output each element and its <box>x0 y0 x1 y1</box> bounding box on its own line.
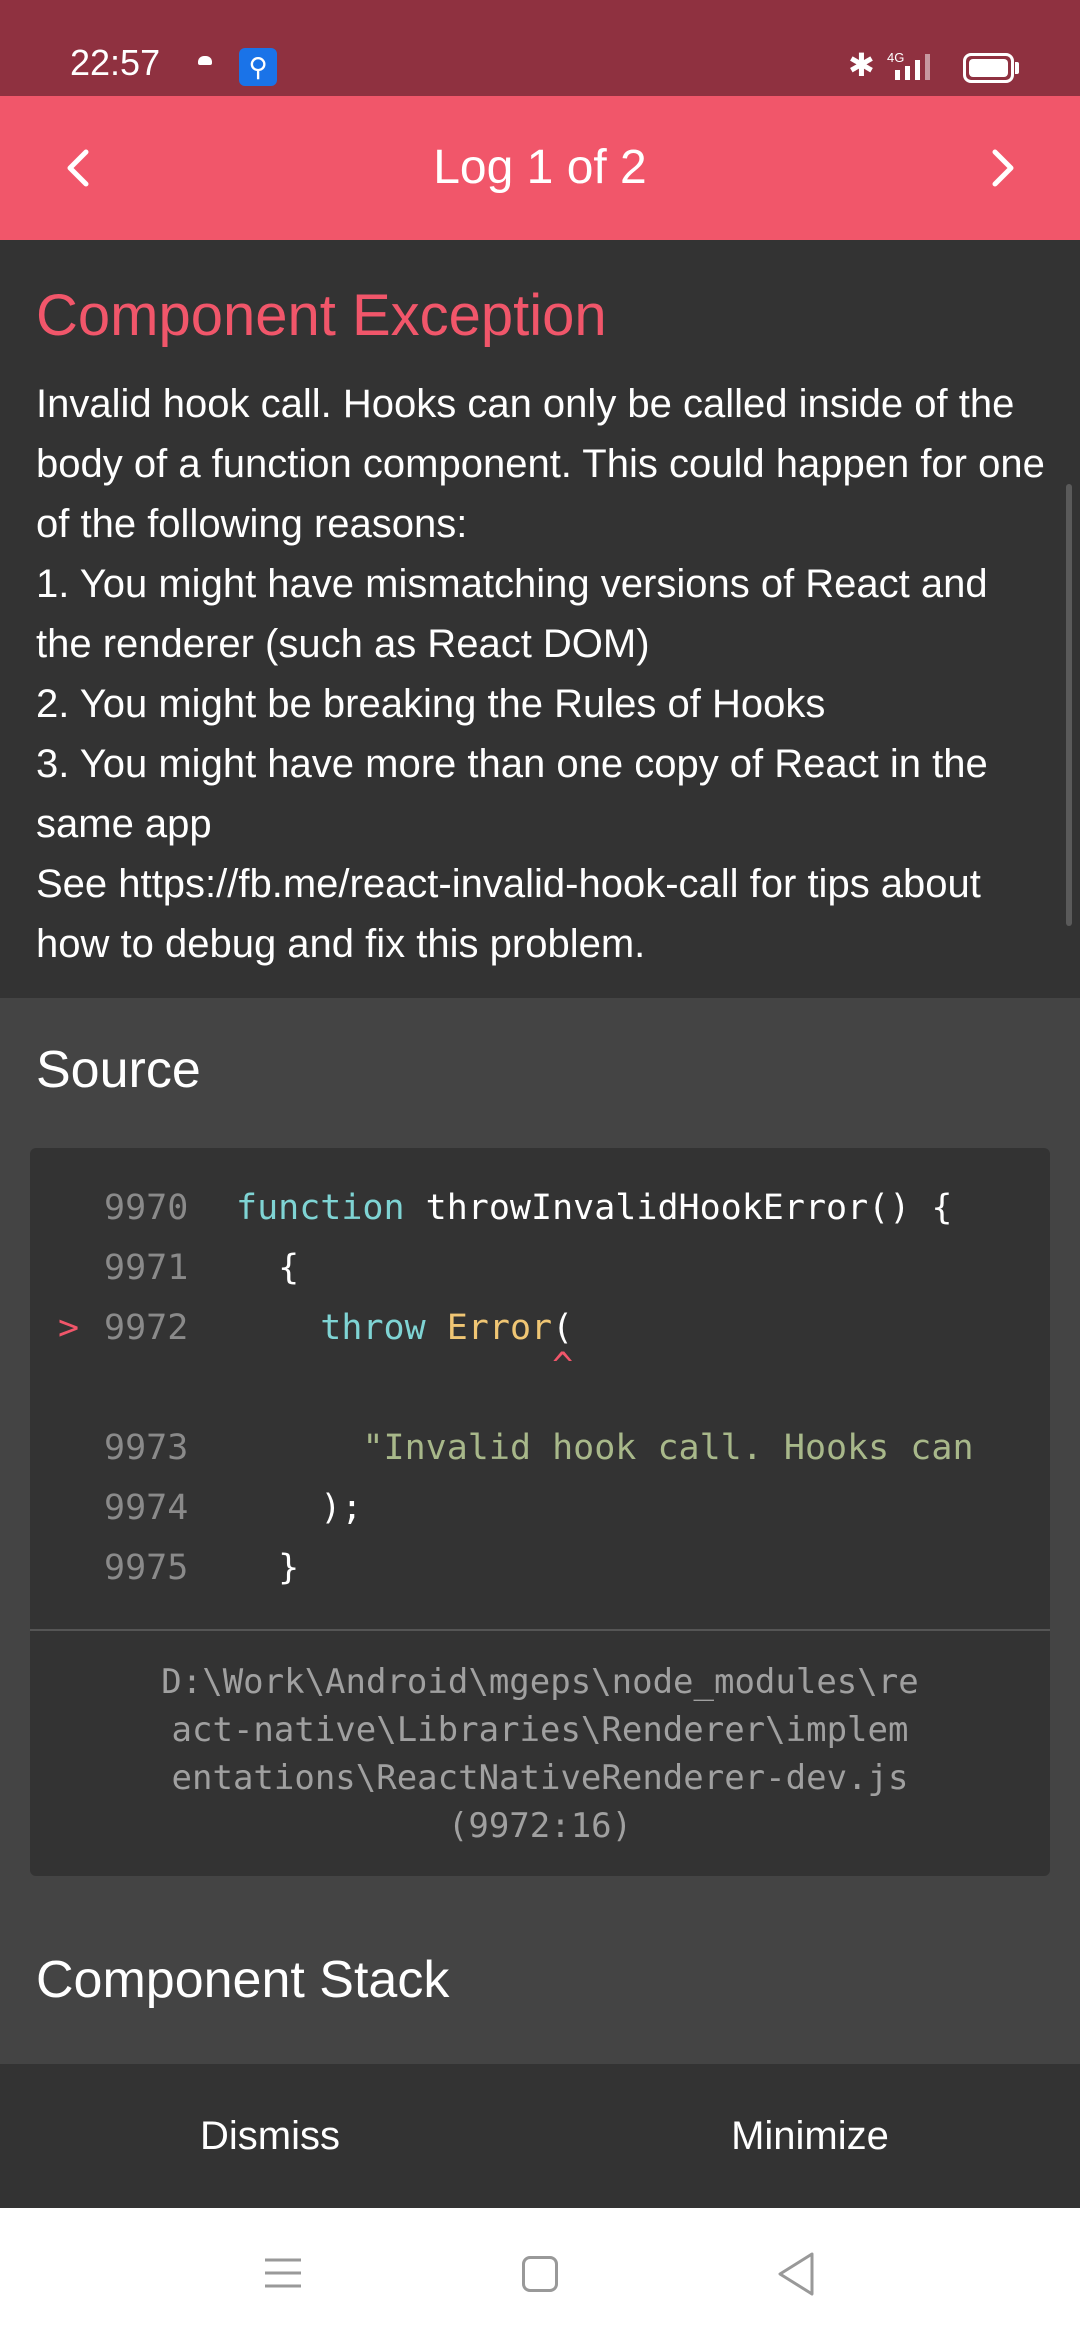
minimize-button[interactable]: Minimize <box>540 2064 1080 2208</box>
code-line: 9973 "Invalid hook call. Hooks can <box>30 1418 1050 1478</box>
code-text: function throwInvalidHookError() { <box>236 1178 952 1238</box>
code-line: 9971 { <box>30 1238 1050 1298</box>
line-number: 9971 <box>104 1248 189 1288</box>
status-time: 22:57 <box>70 42 161 83</box>
line-number: 9970 <box>104 1188 189 1228</box>
back-icon[interactable] <box>774 2250 818 2298</box>
signal-icon: 4G <box>887 50 930 80</box>
exception-message-section[interactable]: Component Exception Invalid hook call. H… <box>0 240 1080 998</box>
code-text: } <box>236 1538 299 1598</box>
svg-text:4G: 4G <box>887 50 904 65</box>
source-heading: Source <box>36 1041 201 1099</box>
dismiss-button[interactable]: Dismiss <box>0 2064 540 2208</box>
battery-icon <box>963 53 1019 83</box>
code-divider <box>30 1629 1050 1631</box>
code-token: throw <box>320 1308 426 1348</box>
action-bar: Dismiss Minimize <box>0 2064 1080 2208</box>
chevron-right-icon <box>992 149 1014 187</box>
code-token: function <box>236 1188 405 1228</box>
code-text: "Invalid hook call. Hooks can <box>236 1418 974 1478</box>
line-number: 9975 <box>104 1548 189 1588</box>
code-text: { <box>236 1238 299 1298</box>
log-counter-title: Log 1 of 2 <box>433 141 647 194</box>
log-header: Log 1 of 2 <box>0 96 1080 240</box>
code-token: ); <box>236 1488 363 1528</box>
scroll-indicator <box>1066 484 1072 926</box>
menu-icon[interactable] <box>263 2256 303 2290</box>
code-line: 9974 ); <box>30 1478 1050 1538</box>
next-log-button[interactable] <box>963 128 1043 208</box>
code-token: } <box>236 1548 300 1588</box>
home-icon[interactable] <box>522 2256 558 2292</box>
system-nav-bar <box>0 2208 1080 2340</box>
code-line: ^ <box>30 1346 1050 1406</box>
source-file-path[interactable]: D:\Work\Android\mgeps\node_modules\re ac… <box>70 1658 1010 1850</box>
code-token: "Invalid hook call. Hooks can <box>362 1428 974 1468</box>
component-stack-heading: Component Stack <box>36 1951 450 2009</box>
line-number: 9973 <box>104 1428 189 1468</box>
code-token: ( <box>552 1308 574 1348</box>
exception-message: Invalid hook call. Hooks can only be cal… <box>36 382 1045 966</box>
code-token: ^ <box>236 1346 574 1386</box>
line-number: 9974 <box>104 1488 189 1528</box>
code-token: Error <box>446 1308 553 1348</box>
status-bar: 22:57 ⚲ ✱ 4G <box>0 0 1080 96</box>
code-line: 9970 function throwInvalidHookError() { <box>30 1178 1050 1238</box>
code-token: throwInvalidHookError() { <box>404 1188 953 1228</box>
usb-icon: ⚲ <box>239 48 277 86</box>
code-text: ^ <box>236 1346 573 1386</box>
bluetooth-icon: ✱ <box>848 47 875 83</box>
code-frame[interactable]: 9970 function throwInvalidHookError() {99… <box>30 1148 1050 1876</box>
code-token: { <box>236 1248 300 1288</box>
code-line: 9975 } <box>30 1538 1050 1598</box>
code-text: ); <box>236 1478 362 1538</box>
exception-title: Component Exception <box>36 283 607 348</box>
cloud-icon <box>198 56 212 65</box>
